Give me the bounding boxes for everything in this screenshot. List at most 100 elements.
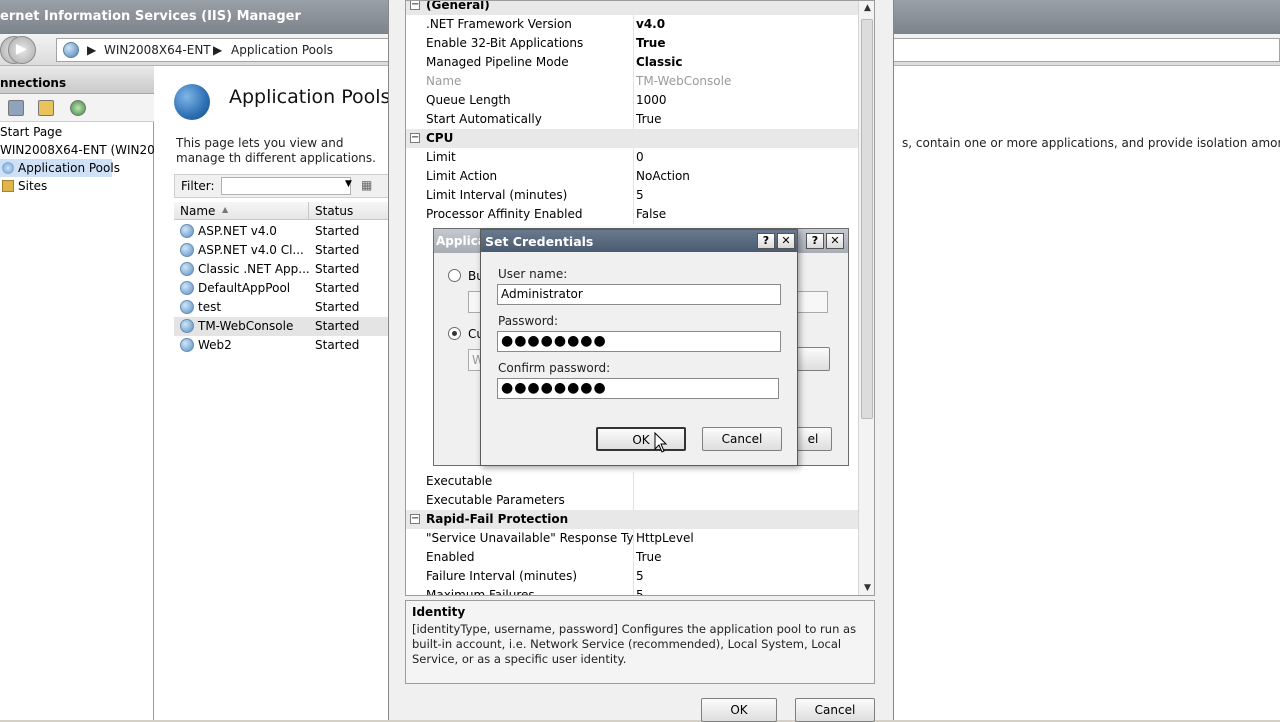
- custom-account-radio[interactable]: [448, 327, 461, 340]
- property-row[interactable]: Limit Interval (minutes) 5: [406, 186, 858, 205]
- ok-button[interactable]: OK: [596, 427, 686, 451]
- table-row[interactable]: Classic .NET App... Started: [174, 260, 414, 279]
- app-pools-icon: [2, 162, 14, 174]
- password-input[interactable]: ●●●●●●●●: [497, 331, 781, 352]
- property-row[interactable]: .NET Framework Version v4.0: [406, 15, 858, 34]
- property-category[interactable]: − (General): [406, 0, 858, 15]
- property-row[interactable]: Limit Action NoAction: [406, 167, 858, 186]
- table-row[interactable]: ASP.NET v4.0 Cl... Started: [174, 241, 414, 260]
- property-row[interactable]: Queue Length 1000: [406, 91, 858, 110]
- builtin-account-radio[interactable]: [448, 269, 461, 282]
- connections-panel: nnections Start Page WIN2008X64-ENT (WIN…: [0, 66, 170, 720]
- user-name-input[interactable]: Administrator: [497, 284, 781, 305]
- table-row[interactable]: TM-WebConsole Started: [174, 317, 414, 336]
- tree-item-application-pools[interactable]: Application Pools: [0, 159, 120, 177]
- property-name: Start Automatically: [426, 110, 634, 129]
- identity-close-button[interactable]: ✕: [826, 233, 844, 249]
- filter-bar: Filter: ▼ ▦: [174, 174, 414, 198]
- scroll-up-icon[interactable]: ▲: [860, 1, 874, 16]
- property-name: "Service Unavailable" Response Type: [426, 529, 634, 548]
- pool-status: Started: [315, 243, 360, 257]
- help-button[interactable]: ?: [757, 233, 775, 249]
- filter-go-icon[interactable]: ▦: [361, 178, 377, 194]
- table-row[interactable]: Web2 Started: [174, 336, 414, 355]
- property-row[interactable]: Executable Parameters: [406, 491, 858, 510]
- property-grid-scrollbar[interactable]: ▲ ▼: [858, 1, 874, 595]
- confirm-password-input[interactable]: ●●●●●●●●: [497, 378, 779, 399]
- property-name: Enabled: [426, 548, 634, 567]
- property-name: Limit Action: [426, 167, 634, 186]
- column-status[interactable]: Status: [315, 204, 353, 218]
- property-row[interactable]: Maximum Failures 5: [406, 586, 858, 596]
- forward-button[interactable]: ▶: [8, 36, 36, 64]
- app-pool-icon: [180, 319, 194, 333]
- property-row[interactable]: Start Automatically True: [406, 110, 858, 129]
- breadcrumb-app-pools[interactable]: Application Pools: [231, 43, 333, 57]
- property-value: 5: [636, 588, 644, 596]
- property-row[interactable]: Processor Affinity Enabled False: [406, 205, 858, 224]
- page-description-continued: s, contain one or more applications, and…: [902, 136, 1280, 150]
- collapse-icon[interactable]: −: [410, 514, 420, 524]
- window-title: ernet Information Services (IIS) Manager: [0, 9, 301, 24]
- connect-icon[interactable]: [70, 100, 86, 116]
- filter-dropdown-icon[interactable]: ▼: [345, 179, 352, 189]
- property-category[interactable]: − Rapid-Fail Protection: [406, 510, 858, 529]
- set-credentials-title: Set Credentials: [485, 234, 594, 249]
- advanced-ok-button[interactable]: OK: [701, 698, 777, 722]
- app-pool-icon: [180, 262, 194, 276]
- property-row[interactable]: Enable 32-Bit Applications True: [406, 34, 858, 53]
- tree-item-label: WIN2008X64-ENT (WIN2008: [0, 143, 171, 157]
- filter-input[interactable]: [221, 177, 351, 195]
- property-value: 5: [636, 569, 644, 583]
- confirm-password-label: Confirm password:: [498, 361, 611, 375]
- identity-help-button[interactable]: ?: [806, 233, 824, 249]
- user-name-label: User name:: [498, 267, 568, 281]
- table-row[interactable]: DefaultAppPool Started: [174, 279, 414, 298]
- category-name: (General): [426, 0, 490, 12]
- pool-status: Started: [315, 262, 360, 276]
- property-row[interactable]: "Service Unavailable" Response Type HttpL…: [406, 529, 858, 548]
- category-name: CPU: [426, 131, 454, 145]
- collapse-icon[interactable]: −: [410, 1, 420, 10]
- pool-name: Classic .NET App...: [198, 262, 310, 276]
- category-name: Rapid-Fail Protection: [426, 512, 569, 526]
- pool-name: test: [198, 300, 222, 314]
- scroll-down-icon[interactable]: ▼: [860, 581, 874, 595]
- property-name: Executable: [426, 472, 634, 491]
- property-row[interactable]: Managed Pipeline Mode Classic: [406, 53, 858, 72]
- sort-ascending-icon: ▲: [222, 205, 229, 214]
- application-pools-icon: [174, 84, 210, 120]
- mouse-cursor-icon: [654, 432, 668, 453]
- property-row[interactable]: Enabled True: [406, 548, 858, 567]
- app-pool-icon: [180, 338, 194, 352]
- property-row[interactable]: Executable: [406, 472, 858, 491]
- breadcrumb-server[interactable]: WIN2008X64-ENT: [104, 43, 211, 57]
- property-value: v4.0: [636, 17, 666, 31]
- property-description-title: Identity: [412, 605, 466, 619]
- property-value: 5: [636, 188, 644, 202]
- pool-name: ASP.NET v4.0 Cl...: [198, 243, 304, 257]
- collapse-icon[interactable]: −: [410, 133, 420, 143]
- column-name[interactable]: Name: [180, 204, 215, 218]
- tree-item-label: Application Pools: [18, 161, 120, 175]
- cancel-button[interactable]: Cancel: [702, 427, 782, 451]
- table-row[interactable]: test Started: [174, 298, 414, 317]
- tree-item-start-page[interactable]: Start Page: [0, 123, 62, 141]
- scroll-thumb[interactable]: [861, 19, 873, 419]
- save-icon[interactable]: [8, 100, 24, 116]
- property-name: Name: [426, 72, 634, 91]
- property-name: Limit Interval (minutes): [426, 186, 634, 205]
- folder-icon[interactable]: [38, 100, 54, 116]
- close-button[interactable]: ✕: [777, 233, 795, 249]
- table-row[interactable]: ASP.NET v4.0 Started: [174, 222, 414, 241]
- property-row[interactable]: Name TM-WebConsole: [406, 72, 858, 91]
- property-category[interactable]: − CPU: [406, 129, 858, 148]
- property-name: Maximum Failures: [426, 586, 634, 595]
- tree-item-server[interactable]: WIN2008X64-ENT (WIN2008: [0, 141, 170, 159]
- page-title: Application Pools: [229, 86, 391, 108]
- advanced-cancel-button[interactable]: Cancel: [795, 698, 875, 722]
- property-row[interactable]: Failure Interval (minutes) 5: [406, 567, 858, 586]
- property-value: True: [636, 36, 666, 50]
- property-value: TM-WebConsole: [636, 74, 732, 88]
- property-row[interactable]: Limit 0: [406, 148, 858, 167]
